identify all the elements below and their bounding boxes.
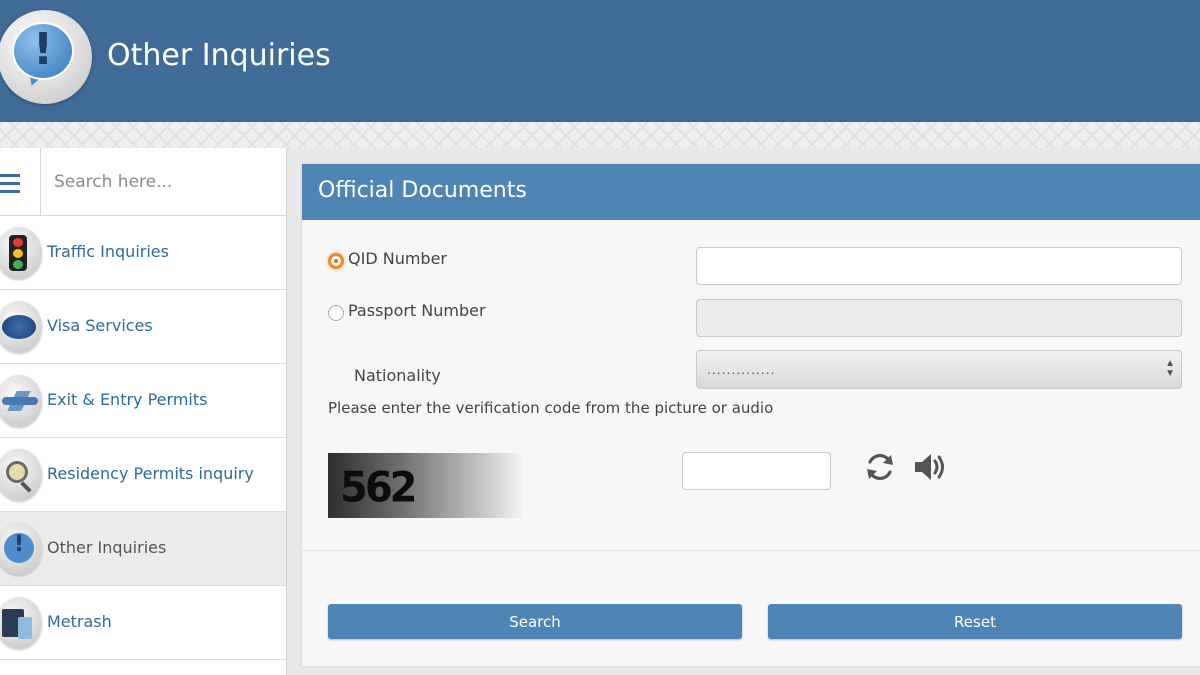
audio-speaker-icon[interactable] (912, 450, 948, 484)
app-header: ! Other Inquiries (0, 0, 1200, 122)
sidebar-item-label: Visa Services (47, 316, 153, 335)
airplane-icon (0, 375, 42, 427)
nationality-label: Nationality (354, 366, 441, 385)
captcha-image: 562 (328, 453, 523, 518)
sidebar-item-other-inquiries[interactable]: ! Other Inquiries (0, 512, 286, 586)
reset-button[interactable]: Reset (768, 604, 1182, 639)
qid-label: QID Number (348, 249, 447, 268)
exclamation-bubble-icon: ! (0, 523, 42, 575)
sidebar-item-residency-permits[interactable]: Residency Permits inquiry (0, 438, 286, 512)
panel-header: Official Documents (302, 164, 1200, 220)
search-divider (40, 148, 41, 216)
panel-divider (302, 550, 1200, 551)
select-arrows-icon: ▲ ▼ (1165, 358, 1175, 379)
hamburger-menu-icon[interactable] (0, 174, 20, 196)
visa-plane-icon (0, 301, 42, 353)
refresh-icon[interactable] (863, 450, 897, 484)
nationality-select-value: .............. (707, 361, 776, 377)
passport-label: Passport Number (348, 301, 486, 320)
sidebar: Traffic Inquiries Visa Services Exit & E… (0, 148, 287, 675)
nationality-select[interactable]: .............. ▲ ▼ (696, 350, 1182, 389)
magnifier-icon (0, 449, 42, 501)
sidebar-item-label: Traffic Inquiries (47, 242, 169, 261)
sidebar-item-label: Residency Permits inquiry (47, 464, 254, 483)
qid-radio[interactable] (328, 253, 344, 269)
metrash-device-icon (0, 597, 42, 649)
official-documents-panel: Official Documents QID Number Passport N… (302, 164, 1200, 666)
sidebar-item-label: Exit & Entry Permits (47, 390, 208, 409)
qid-input[interactable] (696, 247, 1182, 285)
sidebar-item-metrash[interactable]: Metrash (0, 586, 286, 660)
sidebar-item-visa-services[interactable]: Visa Services (0, 290, 286, 364)
traffic-light-icon (0, 227, 42, 279)
verification-instruction: Please enter the verification code from … (328, 399, 774, 417)
exclamation-bubble-icon: ! (0, 10, 92, 104)
sidebar-search-row (0, 148, 286, 216)
passport-input[interactable] (696, 299, 1182, 337)
sidebar-item-label: Other Inquiries (47, 538, 167, 557)
sidebar-item-traffic-inquiries[interactable]: Traffic Inquiries (0, 216, 286, 290)
page-title: Other Inquiries (107, 38, 331, 73)
search-input[interactable] (42, 162, 282, 202)
passport-radio[interactable] (328, 305, 344, 321)
sidebar-item-exit-entry-permits[interactable]: Exit & Entry Permits (0, 364, 286, 438)
search-button[interactable]: Search (328, 604, 742, 639)
captcha-input[interactable] (682, 452, 831, 490)
decorative-stripe (0, 122, 1200, 148)
sidebar-item-label: Metrash (47, 612, 112, 631)
captcha-text: 562 (340, 463, 417, 513)
panel-title: Official Documents (318, 178, 527, 203)
